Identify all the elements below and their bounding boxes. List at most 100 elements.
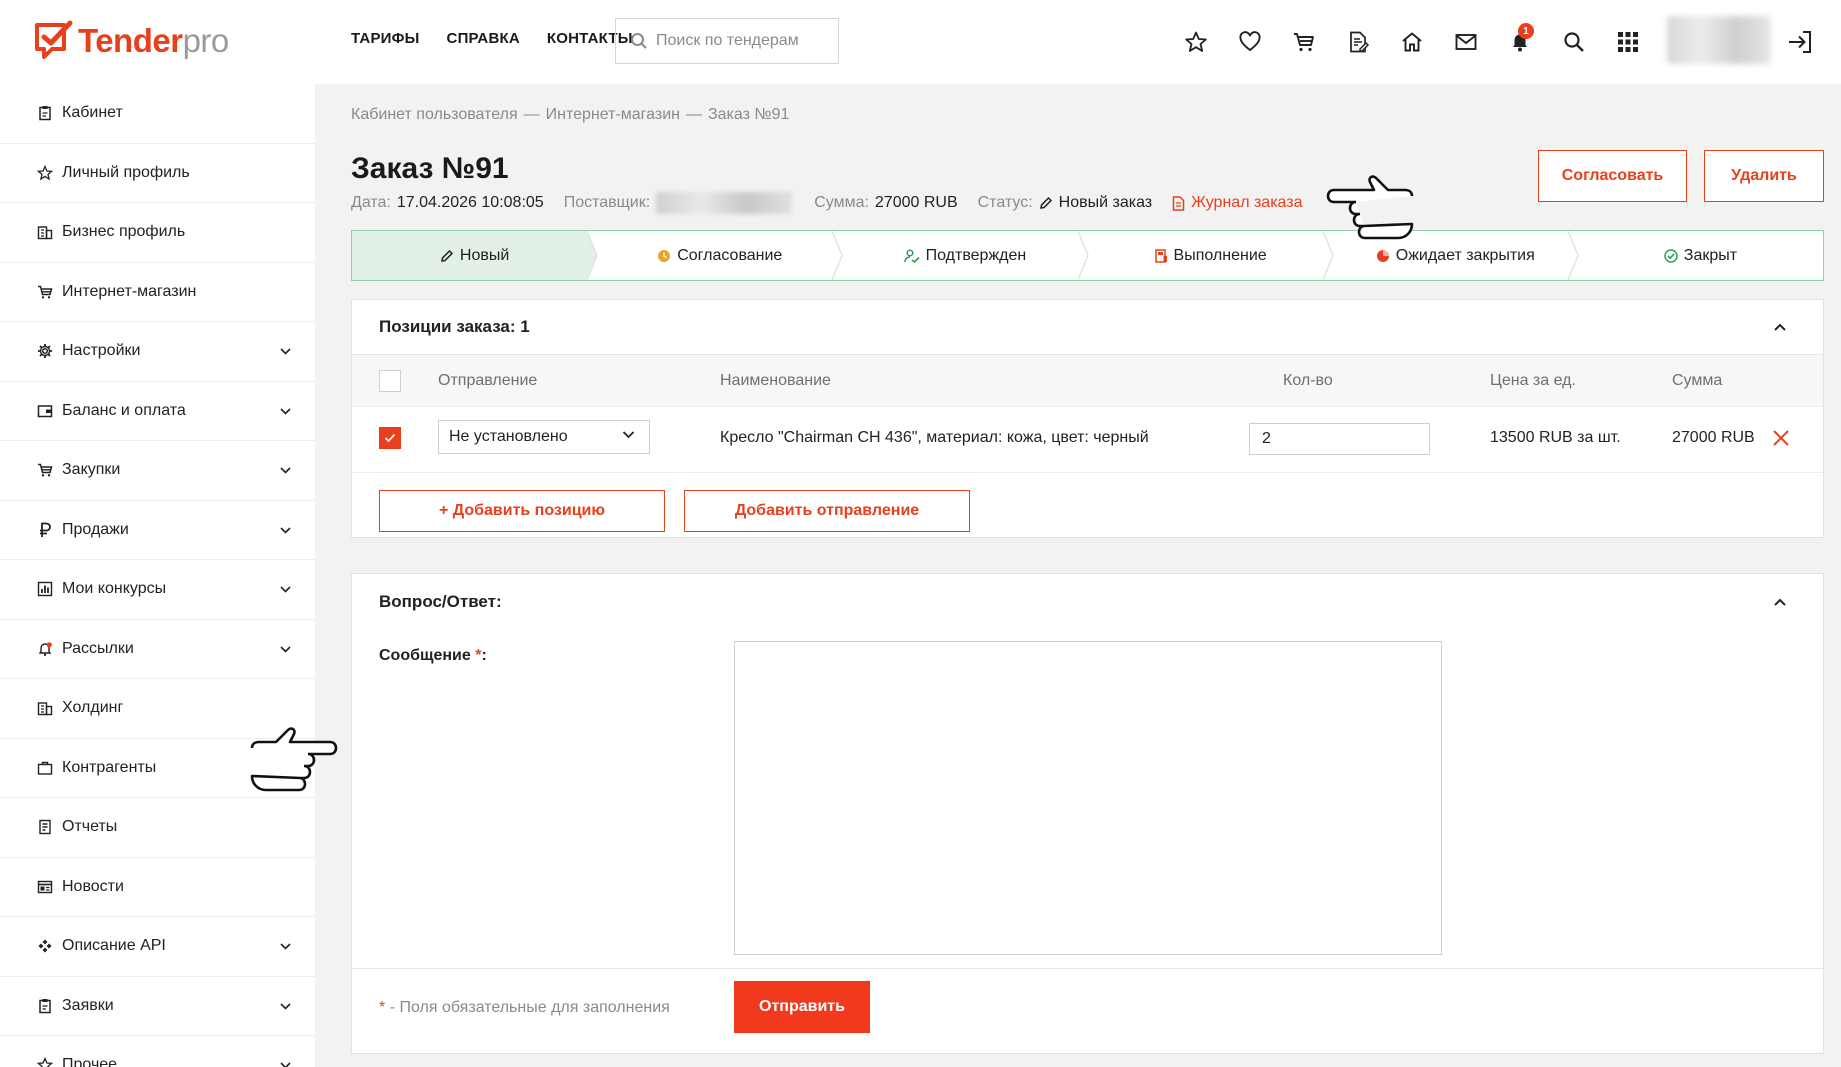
status-step: Выполнение (1088, 231, 1343, 280)
chevron-down-icon (280, 342, 291, 360)
chevron-up-icon[interactable] (1773, 323, 1787, 332)
main-content: Кабинет пользователя — Интернет-магазин — За… (315, 84, 1841, 1067)
add-shipment-button[interactable]: Добавить отправление (684, 490, 970, 532)
breadcrumb-item-current: Заказ №91 (707, 106, 790, 123)
sidebar-item-label: Бизнес профиль (62, 223, 186, 241)
cart-icon (36, 283, 54, 301)
sidebar-item[interactable]: Интернет-магазин (0, 263, 315, 322)
search-icon[interactable] (1558, 26, 1590, 58)
pencil-icon (1039, 196, 1052, 209)
step-separator (1322, 231, 1343, 280)
shipment-select[interactable]: Не установлено (438, 420, 650, 454)
status-step: Согласование (597, 231, 853, 280)
sidebar-item[interactable]: Бизнес профиль (0, 203, 315, 263)
news-icon (36, 878, 54, 896)
sidebar-item[interactable]: Настройки (0, 322, 315, 382)
briefcase-icon (36, 759, 54, 777)
notification-badge: 1 (1518, 23, 1534, 39)
send-button[interactable]: Отправить (734, 981, 870, 1033)
order-journal-label: Журнал заказа (1191, 194, 1303, 211)
supplier-label: Поставщик: (563, 194, 651, 211)
search-icon (631, 33, 647, 49)
star-icon[interactable] (1180, 26, 1212, 58)
search-input[interactable] (656, 32, 826, 50)
qa-header[interactable]: Вопрос/Ответ: (352, 574, 1823, 629)
step-separator (587, 231, 608, 280)
sidebar-item[interactable]: Закупки (0, 441, 315, 501)
order-journal-link[interactable]: Журнал заказа (1172, 194, 1303, 212)
sidebar-item[interactable]: Описание API (0, 917, 315, 977)
sidebar-item[interactable]: Баланс и оплата (0, 382, 315, 441)
home-icon[interactable] (1396, 26, 1428, 58)
logout-icon[interactable] (1786, 28, 1814, 61)
sidebar-item-label: Прочее (62, 1056, 118, 1067)
pencil-icon (440, 249, 454, 263)
table-row: Не установлено Кресло "Chairman CH 436",… (352, 407, 1823, 473)
delete-button[interactable]: Удалить (1704, 150, 1824, 202)
sidebar-item-label: Холдинг (62, 699, 124, 717)
sidebar-item[interactable]: Отчеты (0, 798, 315, 858)
quantity-input[interactable] (1249, 423, 1430, 455)
date-value: 17.04.2026 10:08:05 (396, 194, 544, 211)
sidebar-item[interactable]: Продажи (0, 501, 315, 560)
chevron-up-icon[interactable] (1773, 597, 1787, 606)
message-textarea[interactable] (734, 641, 1442, 955)
nav-link-tariffs[interactable]: ТАРИФЫ (351, 30, 420, 47)
progress-icon (1154, 248, 1168, 263)
sum-value: 27000 RUB (874, 194, 958, 211)
shipment-select-value: Не установлено (449, 428, 568, 445)
add-position-button[interactable]: + Добавить позицию (379, 490, 665, 532)
cart-icon[interactable] (1288, 26, 1320, 58)
sidebar-item[interactable]: Личный профиль (0, 144, 315, 203)
select-all-checkbox[interactable] (379, 370, 401, 392)
check-circle-icon (1664, 248, 1678, 263)
chevron-down-icon (280, 461, 291, 479)
status-step-label: Ожидает закрытия (1395, 246, 1535, 264)
bell-icon[interactable]: 1 (1504, 23, 1536, 58)
row-checkbox[interactable] (379, 427, 401, 449)
message-label: Сообщение *: (379, 647, 487, 664)
check-icon (384, 433, 396, 443)
sidebar-item[interactable]: Прочее (0, 1036, 315, 1067)
sidebar-item[interactable]: Заявки (0, 977, 315, 1036)
approve-button[interactable]: Согласовать (1538, 150, 1687, 202)
wallet-icon (36, 402, 54, 420)
search-box[interactable] (615, 18, 839, 64)
positions-header[interactable]: Позиции заказа: 1 (352, 300, 1823, 355)
chevron-down-icon (280, 640, 291, 658)
pointing-hand-right-icon (250, 727, 338, 792)
required-note: * - Поля обязательные для заполнения (379, 999, 670, 1016)
chevron-down-icon (280, 937, 291, 955)
apps-grid-icon[interactable] (1612, 26, 1644, 58)
nav-link-help[interactable]: СПРАВКА (447, 30, 520, 47)
document-edit-icon[interactable] (1342, 26, 1374, 58)
sidebar-item-label: Настройки (62, 342, 141, 360)
sidebar-item[interactable]: Новости (0, 858, 315, 917)
user-avatar-blurred[interactable] (1667, 16, 1771, 64)
item-sum: 27000 RUB (1672, 429, 1755, 446)
mail-icon[interactable] (1450, 26, 1482, 58)
breadcrumb-item-shop[interactable]: Интернет-магазин (546, 106, 680, 123)
sidebar-item-label: Продажи (62, 520, 129, 538)
clock-icon (657, 249, 671, 263)
sidebar-item[interactable]: Рассылки (0, 620, 315, 679)
ruble-icon (36, 521, 54, 539)
chevron-down-icon (280, 1056, 291, 1067)
logo[interactable]: Tenderpro (34, 18, 229, 64)
status-step-label: Закрыт (1683, 246, 1738, 264)
header-icons: 1 (1180, 23, 1666, 58)
gear-icon (36, 342, 54, 360)
sidebar-item[interactable]: Кабинет (0, 84, 315, 144)
close-icon[interactable] (1772, 429, 1790, 447)
sidebar-item[interactable]: Мои конкурсы (0, 560, 315, 620)
sidebar-item-label: Интернет-магазин (62, 282, 197, 300)
top-nav: ТАРИФЫ СПРАВКА КОНТАКТЫ (351, 30, 633, 47)
order-status-steps: Новый Согласование Подтвержден Выполнение Ож… (351, 230, 1824, 281)
status-label: Статус: (977, 194, 1033, 211)
building-icon (36, 699, 54, 717)
heart-icon[interactable] (1234, 26, 1266, 58)
breadcrumb-item-cabinet[interactable]: Кабинет пользователя (351, 106, 518, 123)
pie-icon (1376, 249, 1390, 263)
positions-heading: Позиции заказа: 1 (379, 317, 530, 336)
document-icon (1172, 195, 1185, 211)
